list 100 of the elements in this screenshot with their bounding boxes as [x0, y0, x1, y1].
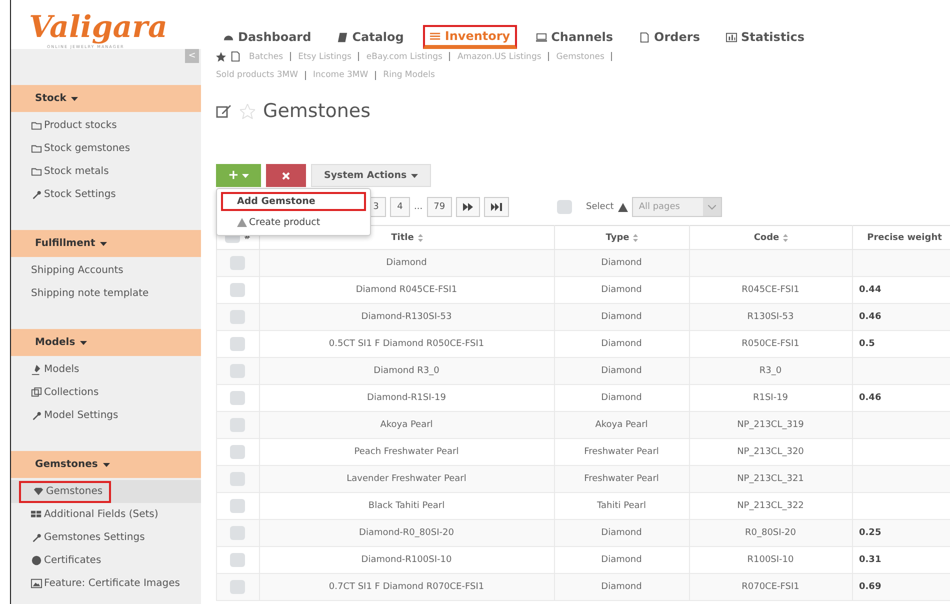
- row-checkbox[interactable]: [230, 445, 245, 459]
- folder-icon: [31, 166, 42, 177]
- section-header[interactable]: Gemstones: [11, 451, 201, 478]
- column-header[interactable]: Code: [754, 232, 780, 242]
- sidebar-item[interactable]: Additional Fields (Sets): [11, 503, 201, 526]
- delete-button[interactable]: [266, 164, 306, 187]
- table-cell: NP_213CL_320: [737, 447, 804, 457]
- ellipsis: ...: [414, 202, 423, 212]
- chevron-icon: [708, 204, 716, 210]
- table-cell: Diamond: [601, 258, 642, 268]
- image-icon: [31, 578, 42, 589]
- nav-tab[interactable]: Statistics: [718, 26, 812, 48]
- table-cell: NP_213CL_321: [737, 474, 804, 484]
- table-cell: R1SI-19: [752, 393, 788, 403]
- nav-tab[interactable]: Channels: [529, 26, 620, 48]
- menu-item[interactable]: Add Gemstone: [221, 192, 366, 211]
- row-checkbox[interactable]: [230, 472, 245, 486]
- table-cell: Freshwater Pearl: [584, 474, 659, 484]
- table-cell: 0.31: [859, 555, 882, 565]
- table-cell: Diamond: [601, 555, 642, 565]
- table-cell: Diamond-R100SI-10: [361, 555, 452, 565]
- row-checkbox[interactable]: [230, 283, 245, 297]
- caret-icon: [100, 242, 108, 246]
- system-actions-button[interactable]: System Actions: [311, 164, 431, 187]
- page-title: Gemstones: [263, 100, 371, 122]
- sidebar-item[interactable]: Stock gemstones: [11, 137, 201, 160]
- table-cell: Freshwater Pearl: [584, 447, 659, 457]
- table-cell: Diamond R3_0: [374, 366, 440, 376]
- nav-tab[interactable]: Catalog: [330, 26, 411, 48]
- wrench-icon: [31, 410, 42, 421]
- sidebar-item[interactable]: Stock Settings: [11, 183, 201, 206]
- table-cell: Diamond: [601, 582, 642, 592]
- badge-icon: [31, 555, 42, 566]
- section-header[interactable]: Models: [11, 329, 201, 356]
- sidebar-item[interactable]: Feature: Certificate Images: [11, 572, 201, 595]
- sidebar-item[interactable]: Gemstones Settings: [11, 526, 201, 549]
- nav-tab[interactable]: Orders: [632, 26, 707, 48]
- row-checkbox[interactable]: [230, 337, 245, 351]
- table-cell: Diamond: [601, 393, 642, 403]
- sidebar-item[interactable]: Gemstones: [11, 480, 201, 503]
- table-cell: R050CE-FSI1: [742, 339, 800, 349]
- sidebar-item[interactable]: Model Settings: [11, 404, 201, 427]
- section-header[interactable]: Stock: [11, 85, 201, 112]
- sidebar-item[interactable]: Models: [11, 358, 201, 381]
- table-cell: Diamond: [601, 366, 642, 376]
- table-cell: Diamond-R130SI-53: [361, 312, 452, 322]
- wrench-icon: [31, 189, 42, 200]
- row-checkbox[interactable]: [230, 310, 245, 324]
- sidebar-item[interactable]: Collections: [11, 381, 201, 404]
- file-icon: [230, 51, 241, 62]
- table-cell: 0.46: [859, 393, 882, 403]
- row-checkbox[interactable]: [230, 256, 245, 270]
- row-checkbox[interactable]: [230, 580, 245, 594]
- table-cell: R100SI-10: [747, 555, 794, 565]
- table-cell: R130SI-53: [747, 312, 794, 322]
- nav-tab[interactable]: Dashboard: [216, 26, 318, 48]
- menu-item[interactable]: Create product: [221, 213, 366, 232]
- table-cell: R3_0: [759, 366, 782, 376]
- section-header[interactable]: Fulfillment: [11, 230, 201, 257]
- row-checkbox[interactable]: [230, 553, 245, 567]
- gem-icon: [33, 486, 44, 497]
- sidebar-item[interactable]: Stock metals: [11, 160, 201, 183]
- next-page-button[interactable]: [456, 197, 480, 217]
- row-checkbox[interactable]: [230, 526, 245, 540]
- column-header[interactable]: Title: [391, 232, 414, 242]
- page-button[interactable]: 4: [390, 197, 410, 217]
- table-cell: Black Tahiti Pearl: [368, 501, 445, 511]
- copy-icon: [31, 387, 42, 398]
- row-checkbox[interactable]: [230, 418, 245, 432]
- caret-icon: [80, 340, 88, 344]
- table-cell: NP_213CL_322: [737, 501, 804, 511]
- table-cell: 0.46: [859, 312, 882, 322]
- sort-icon: [633, 234, 638, 242]
- checkbox[interactable]: [557, 200, 572, 214]
- file-icon: [639, 32, 650, 42]
- sidebar-item[interactable]: Shipping Accounts: [11, 259, 201, 282]
- sidebar-item[interactable]: Product stocks: [11, 114, 201, 137]
- sort-icon: [783, 234, 788, 242]
- table-cell: R045CE-FSI1: [742, 285, 800, 295]
- select-label: Select: [586, 202, 614, 212]
- sidebar-item[interactable]: Certificates: [11, 549, 201, 572]
- table-cell: Diamond: [601, 528, 642, 538]
- star-icon: [240, 104, 255, 118]
- last-page-button[interactable]: [484, 197, 510, 217]
- caret-icon: [71, 96, 78, 100]
- row-checkbox[interactable]: [230, 499, 245, 513]
- star-icon: [216, 52, 226, 62]
- monitor-icon: [536, 32, 548, 42]
- caret-icon: [242, 174, 249, 178]
- table-cell: Diamond-R0_80SI-20: [359, 528, 454, 538]
- table-cell: Diamond-R1SI-19: [367, 393, 446, 403]
- table-cell: R070CE-FSI1: [742, 582, 800, 592]
- logo: Valigara: [29, 12, 168, 44]
- column-header[interactable]: Type: [606, 232, 630, 242]
- page-button[interactable]: 79: [426, 197, 452, 217]
- sidebar-item[interactable]: Shipping note template: [11, 282, 201, 305]
- row-checkbox[interactable]: [230, 391, 245, 405]
- table-cell: Peach Freshwater Pearl: [354, 447, 459, 457]
- row-checkbox[interactable]: [230, 364, 245, 378]
- table-cell: 0.7CT SI1 F Diamond R070CE-FSI1: [328, 582, 484, 592]
